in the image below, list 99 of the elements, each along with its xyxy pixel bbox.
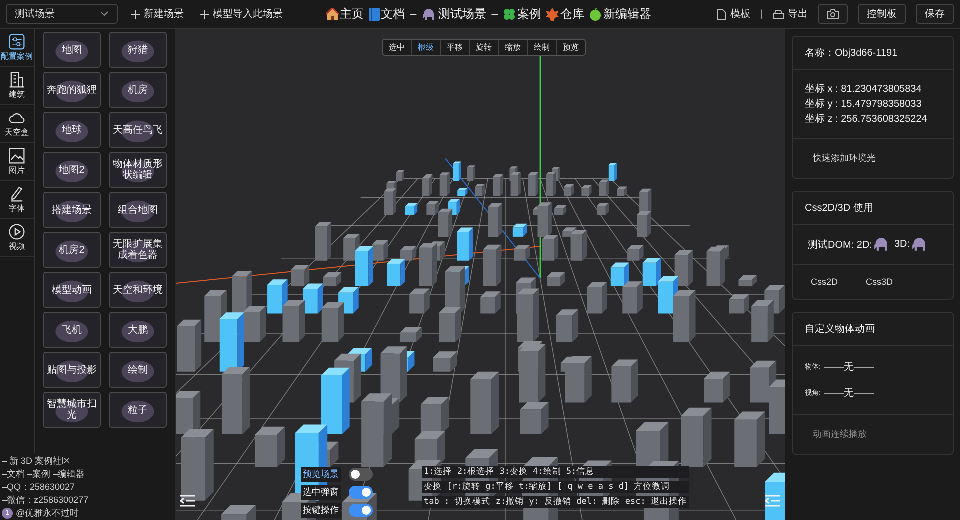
add-button[interactable]: 新建场景 [128, 7, 187, 21]
toggle-label: 选中弹窗 [301, 485, 341, 500]
shortcut-hint: 变换 [r:旋转 g:平移 t:缩放] [ q w e a s d] 方位微调 [422, 481, 689, 493]
case-tile[interactable]: 智慧城市扫光 [43, 392, 101, 428]
building-icon [9, 72, 25, 88]
case-tile[interactable]: 地图2 [43, 152, 101, 188]
house-icon [326, 8, 339, 20]
field-value: ——无—— [824, 361, 874, 374]
play-icon [9, 224, 25, 240]
case-tile[interactable]: 天空和环境 [109, 272, 167, 308]
plus-icon [200, 10, 209, 18]
mode-tab[interactable]: 缩放 [499, 40, 528, 55]
toggle-label: 按键操作 [301, 503, 341, 518]
case-tile[interactable]: 粒子 [109, 392, 167, 428]
book-icon [369, 8, 380, 20]
toggle-switch[interactable] [349, 468, 373, 481]
field-value: ——无—— [824, 387, 874, 400]
toggle-switch[interactable] [349, 486, 373, 499]
mode-tab[interactable]: 根级 [412, 40, 441, 55]
case-tile[interactable]: 搭建场景 [43, 192, 101, 228]
sidebar-item[interactable]: 建筑 [0, 67, 34, 105]
dom-label: 3D: [894, 239, 910, 250]
case-tile[interactable]: 物体材质形状编辑 [109, 152, 167, 188]
case-tile[interactable]: 模型动画 [43, 272, 101, 308]
clover-icon [503, 8, 516, 20]
sidebar-item[interactable]: 视频 [0, 219, 34, 257]
nav-separator: – [410, 7, 417, 21]
mode-tab[interactable]: 旋转 [470, 40, 499, 55]
camera-icon [827, 9, 839, 19]
community-text: –QQ：258630027 [2, 481, 76, 494]
template-link[interactable]: 模板 [717, 7, 750, 21]
case-tile[interactable]: 机房2 [43, 232, 101, 268]
apple-icon [589, 8, 602, 20]
toolbar-button[interactable]: 保存 [916, 4, 954, 24]
community-text: –微信：z2586300277 [2, 494, 90, 507]
scene-title-link[interactable]: 测试场景 [422, 6, 487, 22]
shortcut-hint: 1:选择 2:根选择 3:变换 4:绘制 5:信息 [422, 466, 689, 478]
mode-tab[interactable]: 选中 [383, 40, 412, 55]
leaf-icon [546, 8, 560, 20]
user-name: @优雅永不过时 [16, 507, 80, 520]
chevron-down-icon [100, 11, 109, 17]
css-mode-button[interactable]: Css2D [803, 273, 846, 291]
toggle-label: 预览场景 [301, 467, 341, 482]
image-icon [9, 148, 25, 164]
document-icon [717, 8, 726, 20]
nav-link[interactable]: 主页 [326, 6, 364, 22]
case-tile[interactable]: 贴图与投影 [43, 352, 101, 388]
community-text: – 新 3D 案例社区 [2, 455, 72, 468]
coordinate-text: 坐标 x : 81.230473805834 [805, 82, 923, 96]
case-tile[interactable]: 奔跑的狐狸 [43, 72, 101, 108]
case-tile[interactable]: 机房 [109, 72, 167, 108]
export-link[interactable]: 导出 [773, 7, 808, 21]
case-tile[interactable]: 大鹏 [109, 312, 167, 348]
city-scene-drawing[interactable] [176, 29, 785, 520]
css-mode-button[interactable]: Css3D [858, 273, 902, 291]
case-tile[interactable]: 飞机 [43, 312, 101, 348]
coordinate-text: 坐标 y : 15.479798358033 [805, 98, 923, 111]
sidebar-item[interactable]: 图片 [0, 143, 34, 181]
shortcut-hint: tab : 切换模式 z:撤销 y: 反撤销 del: 删除 esc: 退出操作 [422, 496, 689, 508]
case-tile[interactable]: 地图 [43, 32, 101, 68]
toolbar-button[interactable]: 控制板 [858, 4, 906, 24]
sliders-icon [9, 34, 25, 50]
case-tile[interactable]: 狩猎 [109, 32, 167, 68]
object-name: 名称：Obj3d66-1191 [805, 47, 898, 60]
scene-select[interactable]: 测试场景 [6, 4, 118, 24]
play-animation-button: 动画连续播放 [805, 424, 875, 445]
pen-icon [9, 186, 25, 202]
sidebar-item[interactable]: 字体 [0, 181, 34, 219]
nav-link[interactable]: 文档 [369, 6, 405, 22]
nav-link[interactable]: 仓库 [546, 6, 584, 22]
toggle-switch[interactable] [349, 504, 373, 517]
plus-icon [131, 10, 140, 18]
case-tile[interactable]: 地球 [43, 112, 101, 148]
nav-link[interactable]: 新编辑器 [589, 6, 652, 22]
elephant-icon [911, 237, 928, 252]
case-tile[interactable]: 绘制 [109, 352, 167, 388]
mode-tab[interactable]: 预览 [557, 40, 585, 55]
add-button[interactable]: 模型导入此场景 [197, 7, 286, 21]
community-text: –文档 –案例 –编辑器 [2, 468, 86, 481]
case-tile[interactable]: 天高任鸟飞 [109, 112, 167, 148]
nav-separator: – [492, 7, 498, 21]
mode-tab[interactable]: 平移 [441, 40, 470, 55]
nav-link[interactable]: 案例 [503, 6, 542, 22]
card-title: 自定义物体动画 [805, 322, 875, 336]
tray-icon [773, 10, 784, 18]
elephant-icon [422, 8, 436, 20]
case-tile[interactable]: 无限扩展集成着色器 [109, 232, 167, 268]
menu-icon[interactable] [180, 495, 195, 507]
coordinate-text: 坐标 z : 256.753608325224 [805, 112, 928, 126]
sidebar-item[interactable]: 配置案例 [0, 29, 34, 67]
sidebar-item[interactable]: 天空盒 [0, 105, 34, 143]
dom-label: 测试DOM: 2D: [808, 238, 872, 252]
mode-tab[interactable]: 绘制 [528, 40, 557, 55]
case-tile[interactable]: 组合地图 [109, 192, 167, 228]
camera-button[interactable] [818, 4, 848, 24]
add-light-button[interactable]: 快速添加环境光 [805, 148, 884, 169]
card-title: Css2D/3D 使用 [805, 202, 874, 215]
toolbar-separator: | [760, 8, 763, 20]
elephant-icon [873, 237, 890, 252]
